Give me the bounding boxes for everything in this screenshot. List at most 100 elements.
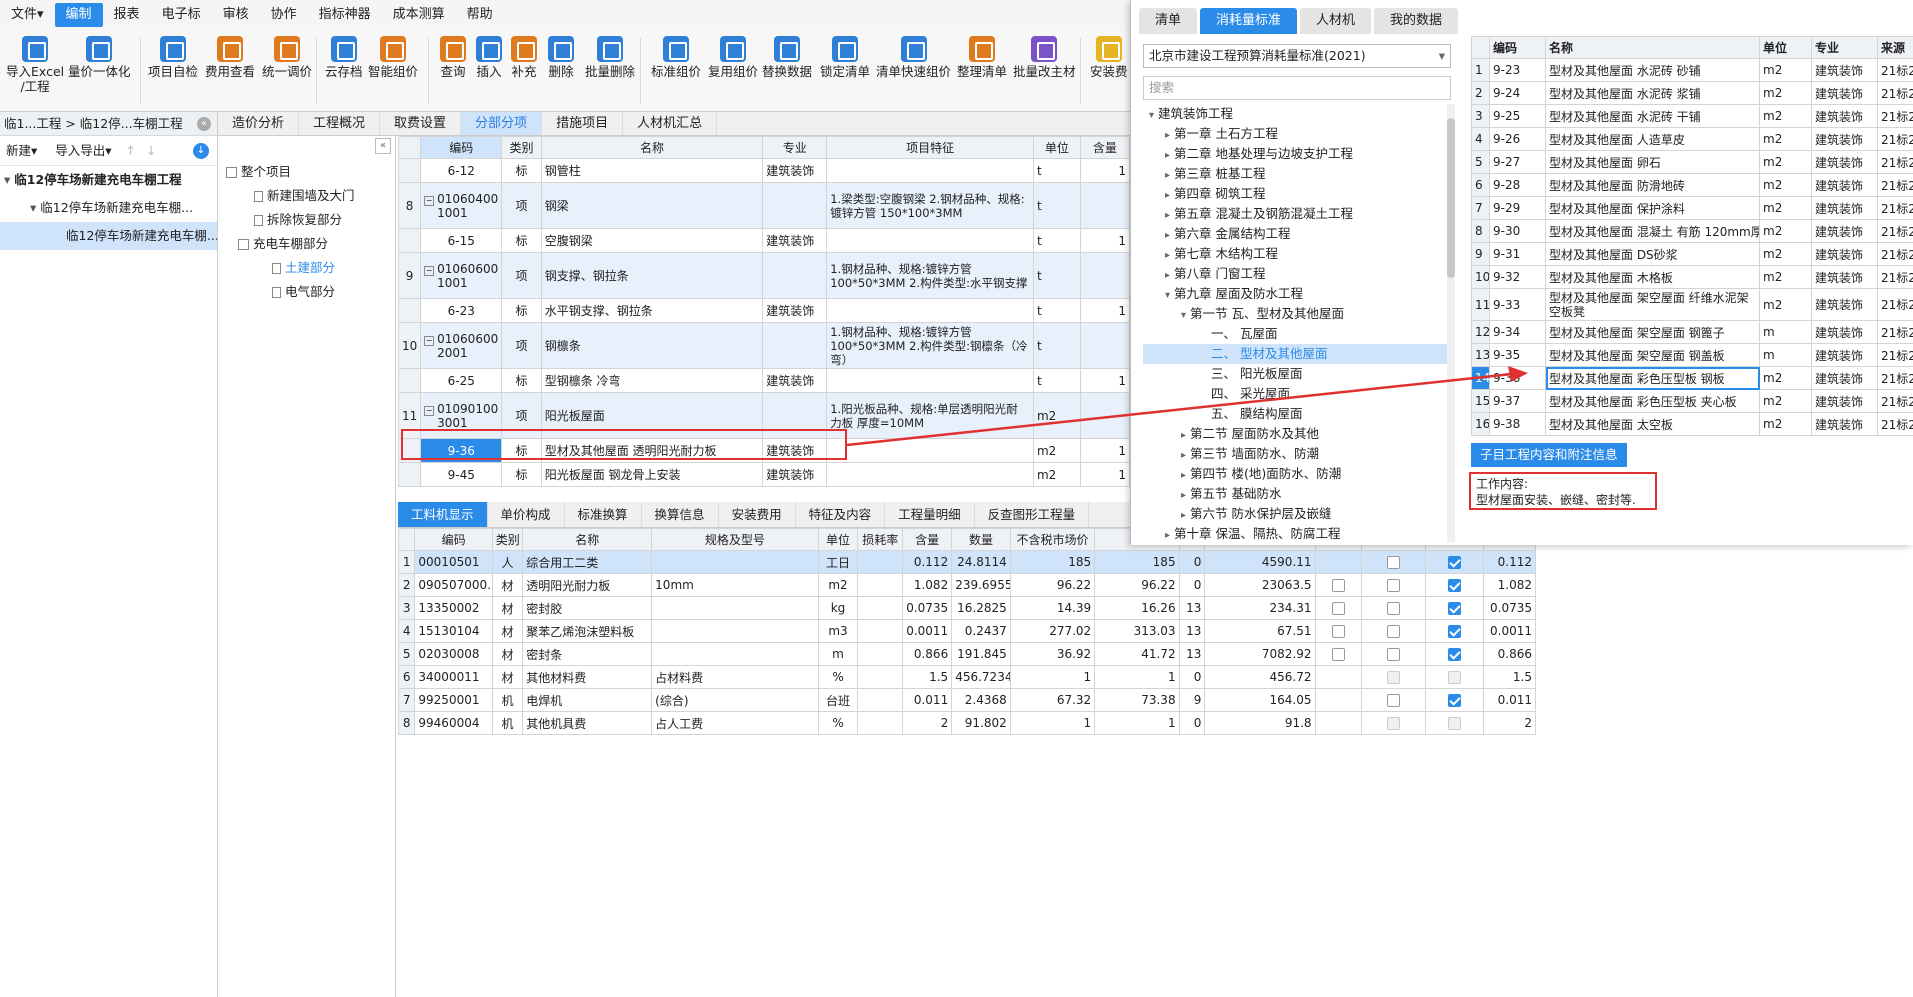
tab-4[interactable]: 措施项目 (542, 112, 624, 135)
table-row[interactable]: 6-23 标水平钢支撑、钢拉条 建筑装饰 t 1 (397, 298, 1131, 323)
name-cell[interactable]: 型材及其他屋面 保护涂料 (1545, 196, 1760, 220)
code-cell[interactable]: 99460004 (414, 711, 493, 735)
table-row[interactable]: 4 15130104 材聚苯乙烯泡沫塑料板 m3 0.0011 0.2437 277.02 3… (397, 619, 1536, 643)
chapter-tree-item[interactable]: ▾ 第九章 屋面及防水工程 (1143, 284, 1451, 304)
collapse-row-icon[interactable]: − (424, 195, 435, 206)
project-tree-item[interactable]: 临12停车场新建充电车棚... (0, 222, 217, 250)
collapse-row-icon[interactable]: − (424, 335, 435, 346)
name-cell[interactable]: 型材及其他屋面 人造草皮 (1545, 127, 1760, 151)
code-cell[interactable]: 9-35 (1489, 343, 1546, 367)
menu-item[interactable]: 电子标 (151, 3, 212, 27)
chapter-tree-item[interactable]: ▸ 第五章 混凝土及钢筋混凝土工程 (1143, 204, 1451, 224)
table-row[interactable]: 9 9-31 型材及其他屋面 DS砂浆 m2 建筑装饰 21标2 (1471, 242, 1913, 266)
table-row[interactable]: 3 13350002 材密封胶 kg 0.0735 16.2825 14.39 16.26 13… (397, 596, 1536, 620)
feature-cell[interactable]: 1.钢材品种、规格:镀锌方管 100*50*3MM 2.构件类型:钢檩条（冷弯） (826, 322, 1034, 369)
ribbon-button[interactable]: 替换数据 (762, 36, 812, 79)
menu-item[interactable]: 审核 (212, 3, 260, 27)
collapsed-icon[interactable]: ▸ (1165, 170, 1170, 181)
menu-item[interactable]: 成本测算 (382, 3, 456, 27)
feature-cell[interactable] (826, 158, 1034, 183)
chapter-tree-item[interactable]: ▸ 第十章 保温、隔热、防腐工程 (1143, 524, 1451, 542)
expanded-icon[interactable]: ▾ (1165, 290, 1170, 301)
price-cell[interactable]: 14.39 (1009, 596, 1096, 620)
collapsed-icon[interactable]: ▸ (1165, 150, 1170, 161)
chapter-tree-item[interactable]: 二、 型材及其他屋面 (1143, 344, 1451, 364)
table-row[interactable]: 7 99250001 机电焊机 (综合) 台班 0.011 2.4368 67.32 73.38… (397, 688, 1536, 712)
spec-cell[interactable]: 占材料费 (651, 665, 819, 689)
code-cell[interactable]: 9-30 (1489, 219, 1546, 243)
project-tree-item[interactable]: ▾ 临12停车场新建充电车棚工程 (0, 166, 217, 194)
col-header[interactable]: 项目特征 (826, 136, 1034, 159)
col-header[interactable]: 数量 (951, 528, 1011, 551)
library-tab-1[interactable]: 消耗量标准 (1200, 8, 1298, 34)
checkbox[interactable] (1331, 648, 1345, 661)
price-cell[interactable]: 36.92 (1009, 642, 1096, 666)
chapter-tree-item[interactable]: 一、 瓦屋面 (1143, 324, 1451, 344)
col-header[interactable]: 名称 (522, 528, 653, 551)
ribbon-button[interactable]: 查询 (440, 36, 466, 79)
collapsed-icon[interactable]: ▸ (1181, 450, 1186, 461)
name-cell[interactable]: 钢支撑、钢拉条 (540, 252, 764, 299)
col-header[interactable]: 专业 (762, 136, 828, 159)
chapter-tree-item[interactable]: ▾ 建筑装饰工程 (1143, 104, 1451, 124)
division-tree-item[interactable]: 充电车棚部分 (218, 232, 395, 256)
move-down-icon[interactable]: ↓ (146, 143, 156, 158)
table-row[interactable]: 2 9-24 型材及其他屋面 水泥砖 浆铺 m2 建筑装饰 21标2 (1471, 81, 1913, 105)
code-cell[interactable]: −01060600 2001 (420, 322, 503, 369)
collapsed-icon[interactable]: ▸ (1181, 490, 1186, 501)
library-tab-2[interactable]: 人材机 (1300, 8, 1372, 34)
tab-3[interactable]: 分部分项 (461, 112, 543, 135)
qty-cell[interactable]: 1 (1079, 228, 1131, 253)
col-header[interactable]: 单位 (1759, 36, 1812, 59)
table-row[interactable]: 9-45 标阳光板屋面 钢龙骨上安装 建筑装饰 m2 1 (397, 462, 1131, 487)
chapter-tree-item[interactable]: ▸ 第三节 墙面防水、防潮 (1143, 444, 1451, 464)
new-button[interactable]: 新建▾ (6, 143, 37, 158)
chapter-tree-item[interactable]: ▸ 第三章 桩基工程 (1143, 164, 1451, 184)
division-tree-item[interactable]: 拆除恢复部分 (218, 208, 395, 232)
detail-tab-6[interactable]: 工程量明细 (885, 502, 975, 527)
ribbon-button[interactable]: 插入 (476, 36, 502, 79)
ribbon-button[interactable]: 批量删除 (585, 36, 635, 79)
col-header[interactable]: 编码 (1489, 36, 1546, 59)
table-row[interactable]: 6-15 标空腹钢梁 建筑装饰 t 1 (397, 228, 1131, 253)
collapsed-icon[interactable]: ▸ (1165, 530, 1170, 541)
feature-cell[interactable] (826, 368, 1034, 393)
chapter-tree-item[interactable]: 五、 膜结构屋面 (1143, 404, 1451, 424)
download-icon[interactable]: ↓ (193, 143, 209, 159)
table-row[interactable]: 16 9-38 型材及其他屋面 太空板 m2 建筑装饰 21标2 (1471, 412, 1913, 436)
collapsed-icon[interactable]: ▸ (1165, 250, 1170, 261)
code-cell[interactable]: 090507000… (414, 573, 493, 597)
table-row[interactable]: 7 9-29 型材及其他屋面 保护涂料 m2 建筑装饰 21标2 (1471, 196, 1913, 220)
ribbon-button[interactable]: 锁定清单 (820, 36, 870, 79)
qty-cell[interactable]: 0.112 (901, 550, 953, 574)
ribbon-button[interactable]: 导入Excel/工程 (6, 36, 64, 94)
collapsed-icon[interactable]: ▸ (1181, 470, 1186, 481)
tab-5[interactable]: 人材机汇总 (623, 112, 718, 135)
col-header[interactable]: 名称 (1545, 36, 1760, 59)
price-cell[interactable]: 185 (1009, 550, 1096, 574)
code-cell[interactable]: 9-28 (1489, 173, 1546, 197)
ribbon-button[interactable]: 标准组价 (651, 36, 701, 79)
name-cell[interactable]: 透明阳光耐力板 (522, 573, 653, 597)
chapter-tree-item[interactable]: ▸ 第八章 门窗工程 (1143, 264, 1451, 284)
table-row[interactable]: 12 9-34 型材及其他屋面 架空屋面 钢篦子 m 建筑装饰 21标2 (1471, 320, 1913, 344)
code-cell[interactable]: 34000011 (414, 665, 493, 689)
qty-cell[interactable] (1079, 322, 1131, 369)
chapter-tree-item[interactable]: 三、 阳光板屋面 (1143, 364, 1451, 384)
name-cell[interactable]: 综合用工二类 (522, 550, 653, 574)
project-tree-item[interactable]: ▾ 临12停车场新建充电车棚... (0, 194, 217, 222)
name-cell[interactable]: 型材及其他屋面 水泥砖 砂铺 (1545, 58, 1760, 82)
col-header[interactable]: 不含税市场价 (1009, 528, 1096, 551)
table-row[interactable]: 3 9-25 型材及其他屋面 水泥砖 干铺 m2 建筑装饰 21标2 (1471, 104, 1913, 128)
code-cell[interactable]: 9-36 (1489, 366, 1546, 390)
code-cell[interactable]: 9-24 (1489, 81, 1546, 105)
qty-cell[interactable]: 0.0735 (901, 596, 953, 620)
code-cell[interactable]: 6-12 (420, 158, 503, 183)
name-cell[interactable]: 钢檩条 (540, 322, 764, 369)
ribbon-button[interactable]: 费用查看 (205, 36, 255, 79)
qty-cell[interactable]: 1 (1079, 298, 1131, 323)
chapter-tree-item[interactable]: ▸ 第一章 土石方工程 (1143, 124, 1451, 144)
collapsed-icon[interactable]: ▸ (1165, 230, 1170, 241)
name-cell[interactable]: 型材及其他屋面 混凝土 有筋 120mm厚 (1545, 219, 1760, 243)
qty-cell[interactable]: 1 (1079, 158, 1131, 183)
